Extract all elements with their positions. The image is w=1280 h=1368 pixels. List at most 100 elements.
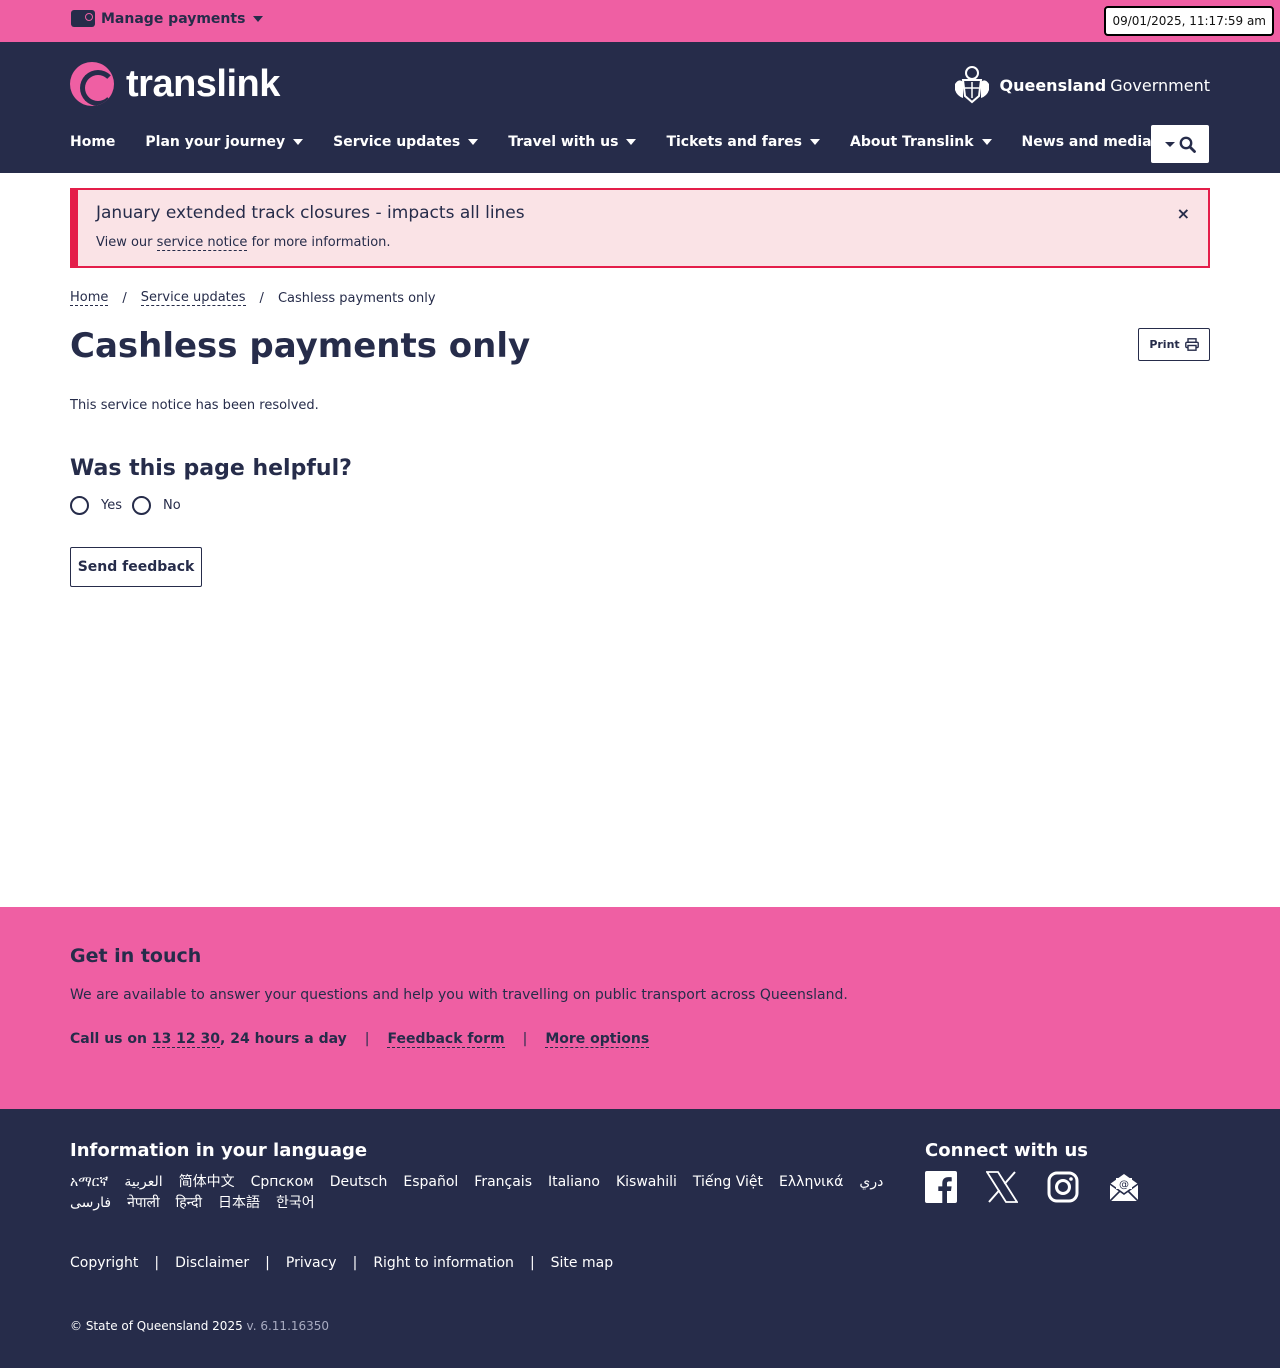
chevron-down-icon xyxy=(253,15,264,22)
nav-home[interactable]: Home xyxy=(70,134,115,150)
link-separator: | xyxy=(154,1255,160,1271)
privacy-link[interactable]: Privacy xyxy=(286,1255,337,1271)
breadcrumb-separator: / xyxy=(122,290,127,306)
nav-label: Plan your journey xyxy=(145,134,286,150)
queensland-government-logo[interactable]: Queensland Government xyxy=(951,64,1210,106)
nav-tickets-and-fares[interactable]: Tickets and fares xyxy=(666,134,820,150)
link-separator: | xyxy=(529,1255,535,1271)
chevron-down-icon xyxy=(468,139,479,145)
language-link[interactable]: 简体中文 xyxy=(179,1172,235,1193)
language-link[interactable]: Español xyxy=(403,1172,458,1193)
main-navigation: Home Plan your journey Service updates T… xyxy=(70,134,1200,150)
language-link[interactable]: Italiano xyxy=(548,1172,600,1193)
breadcrumb-separator: / xyxy=(259,290,264,306)
right-to-information-link[interactable]: Right to information xyxy=(373,1255,514,1271)
chevron-down-icon xyxy=(810,139,820,145)
queensland-crest-icon xyxy=(955,66,990,104)
send-feedback-button[interactable]: Send feedback xyxy=(70,547,202,587)
get-in-touch-section: Get in touch We are available to answer … xyxy=(0,907,1280,1109)
language-link[interactable]: Tiếng Việt xyxy=(693,1172,763,1193)
page-title: Cashless payments only xyxy=(70,326,531,366)
footer-links: Copyright | Disclaimer | Privacy | Right… xyxy=(70,1255,613,1271)
nav-label: Service updates xyxy=(333,134,461,150)
print-button[interactable]: Print xyxy=(1138,328,1210,361)
breadcrumb-home[interactable]: Home xyxy=(70,290,109,306)
language-link[interactable]: 한국어 xyxy=(276,1193,315,1214)
language-link[interactable]: Српском xyxy=(251,1172,314,1193)
gov-name-light: Government xyxy=(1110,75,1210,95)
disclaimer-link[interactable]: Disclaimer xyxy=(175,1255,249,1271)
link-separator: | xyxy=(352,1255,358,1271)
get-in-touch-title: Get in touch xyxy=(70,945,202,967)
call-suffix: , 24 hours a day xyxy=(220,1031,347,1047)
call-us-text: Call us on 13 12 30, 24 hours a day xyxy=(70,1031,347,1048)
instagram-icon[interactable] xyxy=(1047,1171,1079,1203)
printer-icon xyxy=(1184,338,1199,351)
language-link[interactable]: Kiswahili xyxy=(616,1172,677,1193)
language-link[interactable]: Français xyxy=(474,1172,532,1193)
alert-body-suffix: for more information. xyxy=(251,235,391,250)
chevron-down-icon xyxy=(626,139,637,145)
site-map-link[interactable]: Site map xyxy=(551,1255,613,1271)
close-icon[interactable]: × xyxy=(1177,204,1190,223)
no-radio[interactable] xyxy=(132,496,151,515)
language-title: Information in your language xyxy=(70,1140,368,1161)
language-link[interactable]: हिन्दी xyxy=(176,1193,202,1214)
print-label: Print xyxy=(1149,338,1180,351)
alert-body: View our service notice for more informa… xyxy=(96,235,391,251)
translink-logo-text: translink xyxy=(126,62,280,105)
service-alert-banner: January extended track closures - impact… xyxy=(70,188,1210,268)
feedback-form-link[interactable]: Feedback form xyxy=(387,1031,505,1048)
nav-label: News and media xyxy=(1021,134,1152,150)
get-in-touch-text: We are available to answer your question… xyxy=(70,987,848,1003)
nav-travel-with-us[interactable]: Travel with us xyxy=(508,134,637,150)
version-text: v. 6.11.16350 xyxy=(246,1319,330,1333)
alert-body-prefix: View our xyxy=(96,235,153,250)
resolved-notice-text: This service notice has been resolved. xyxy=(70,398,319,413)
nav-news-and-media[interactable]: News and media xyxy=(1022,134,1170,150)
link-separator: | xyxy=(265,1255,270,1271)
language-link[interactable]: العربية xyxy=(124,1172,162,1193)
nav-label: Tickets and fares xyxy=(666,134,802,150)
facebook-icon[interactable] xyxy=(925,1171,957,1203)
more-options-link[interactable]: More options xyxy=(545,1031,650,1048)
copyright-notice: © State of Queensland 2025 v. 6.11.16350 xyxy=(70,1319,329,1333)
nav-about-translink[interactable]: About Translink xyxy=(850,134,992,150)
language-link[interactable]: دري xyxy=(859,1172,883,1193)
gov-name-bold: Queensland xyxy=(999,75,1107,95)
contact-links: Call us on 13 12 30, 24 hours a day | Fe… xyxy=(70,1031,650,1048)
go-card-icon xyxy=(71,10,95,27)
language-list: አማርኛ العربية 简体中文 Српском Deutsch Españo… xyxy=(70,1172,900,1214)
language-link[interactable]: Deutsch xyxy=(330,1172,388,1193)
language-link[interactable]: Ελληνικά xyxy=(779,1172,843,1193)
yes-radio[interactable] xyxy=(70,496,89,515)
chevron-down-icon xyxy=(293,139,304,145)
nav-service-updates[interactable]: Service updates xyxy=(333,134,479,150)
manage-payments-menu[interactable]: Manage payments xyxy=(71,10,264,27)
breadcrumb-service-updates[interactable]: Service updates xyxy=(140,290,246,306)
nav-plan-your-journey[interactable]: Plan your journey xyxy=(145,134,304,150)
email-icon[interactable]: @ xyxy=(1108,1171,1140,1203)
site-footer: Information in your language አማርኛ العربي… xyxy=(0,1109,1280,1368)
copyright-text: © State of Queensland 2025 xyxy=(70,1319,243,1333)
nav-label: Travel with us xyxy=(508,134,619,150)
phone-link[interactable]: 13 12 30 xyxy=(151,1031,221,1048)
language-link[interactable]: 日本語 xyxy=(218,1193,260,1214)
chevron-down-icon xyxy=(981,139,992,145)
language-link[interactable]: አማርኛ xyxy=(70,1172,108,1193)
svg-text:@: @ xyxy=(1119,1180,1129,1191)
breadcrumb-current: Cashless payments only xyxy=(277,290,436,306)
x-icon[interactable] xyxy=(985,1171,1019,1203)
search-icon xyxy=(1179,136,1196,153)
yes-label: Yes xyxy=(101,498,122,513)
connect-title: Connect with us xyxy=(925,1140,1088,1161)
language-link[interactable]: नेपाली xyxy=(127,1193,159,1214)
helpful-radio-group: Yes No xyxy=(70,496,1210,515)
translink-logo[interactable]: translink xyxy=(70,62,280,106)
service-notice-link[interactable]: service notice xyxy=(156,235,248,251)
helpful-question: Was this page helpful? xyxy=(70,456,352,481)
copyright-link[interactable]: Copyright xyxy=(70,1255,138,1271)
language-link[interactable]: فارسی xyxy=(70,1193,111,1214)
manage-payments-label: Manage payments xyxy=(101,10,246,27)
search-toggle-button[interactable] xyxy=(1151,125,1209,163)
